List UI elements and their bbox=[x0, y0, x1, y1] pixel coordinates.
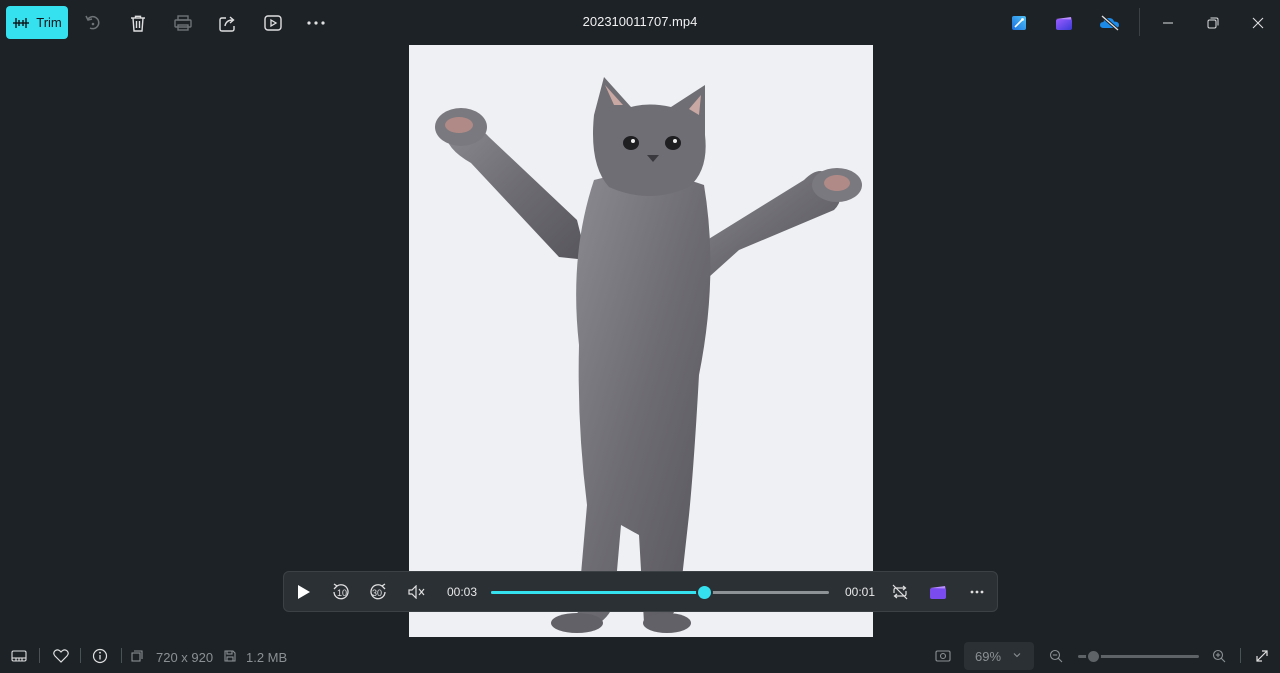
skip-forward-icon: 30 bbox=[368, 582, 388, 602]
onedrive-button[interactable] bbox=[1095, 8, 1125, 38]
expand-icon bbox=[1255, 649, 1269, 663]
restore-icon bbox=[1207, 17, 1219, 29]
skip-back-label: 10 bbox=[337, 588, 348, 598]
skip-back-icon: 10 bbox=[331, 582, 351, 602]
filmstrip-button[interactable] bbox=[7, 644, 31, 668]
designer-button[interactable] bbox=[1004, 8, 1034, 38]
loop-off-icon bbox=[891, 584, 909, 600]
rotate-icon bbox=[84, 14, 102, 32]
slideshow-button[interactable] bbox=[258, 8, 288, 38]
minimize-button[interactable] bbox=[1153, 8, 1183, 38]
zoom-in-button[interactable] bbox=[1207, 644, 1231, 668]
more-options-button[interactable] bbox=[301, 8, 331, 38]
seek-thumb[interactable] bbox=[697, 586, 711, 599]
cat-video-image bbox=[409, 45, 873, 637]
file-size: 1.2 MB bbox=[246, 650, 288, 665]
player-more-button[interactable] bbox=[963, 578, 991, 606]
actual-size-button[interactable] bbox=[931, 644, 955, 668]
close-button[interactable] bbox=[1243, 8, 1273, 38]
mute-button[interactable] bbox=[403, 578, 431, 606]
status-bar: 720 x 920 1.2 MB 69% bbox=[0, 638, 1280, 673]
zoom-in-icon bbox=[1212, 649, 1226, 663]
speaker-muted-icon bbox=[408, 585, 426, 599]
print-button[interactable] bbox=[168, 8, 198, 38]
file-info-button[interactable] bbox=[88, 644, 112, 668]
dimensions-icon bbox=[129, 644, 145, 668]
skip-forward-label: 30 bbox=[372, 588, 383, 598]
seek-bar[interactable] bbox=[491, 586, 829, 599]
zoom-out-icon bbox=[1049, 649, 1063, 663]
slideshow-icon bbox=[264, 15, 282, 31]
skip-forward-button[interactable]: 30 bbox=[364, 578, 392, 606]
minimize-icon bbox=[1162, 22, 1174, 24]
save-disk-icon bbox=[222, 644, 238, 668]
status-divider bbox=[39, 648, 40, 663]
seek-progress bbox=[491, 591, 704, 594]
delete-button[interactable] bbox=[123, 8, 153, 38]
zoom-out-button[interactable] bbox=[1044, 644, 1068, 668]
delete-icon bbox=[130, 15, 146, 32]
video-frame[interactable] bbox=[409, 45, 873, 637]
clipchamp-edit-button[interactable] bbox=[924, 578, 952, 606]
close-icon bbox=[1252, 17, 1264, 29]
rotate-button[interactable] bbox=[78, 8, 108, 38]
media-controls: 10 30 00:03 00:01 bbox=[283, 571, 998, 612]
chevron-down-icon bbox=[1012, 650, 1022, 660]
zoom-dropdown[interactable]: 69% bbox=[964, 642, 1034, 670]
more-icon bbox=[307, 21, 325, 25]
share-button[interactable] bbox=[213, 8, 243, 38]
file-title: 202310011707.mp4 bbox=[582, 14, 698, 29]
clipchamp-icon bbox=[929, 585, 947, 600]
trim-icon bbox=[12, 16, 30, 30]
title-bar: Trim 202310011707.mp4 bbox=[0, 0, 1280, 45]
heart-icon bbox=[53, 649, 69, 663]
titlebar-divider bbox=[1139, 8, 1140, 36]
actual-size-icon bbox=[935, 649, 951, 663]
favorite-button[interactable] bbox=[49, 644, 73, 668]
onedrive-offline-icon bbox=[1099, 15, 1121, 31]
zoom-slider-thumb[interactable] bbox=[1085, 649, 1101, 664]
clipchamp-icon bbox=[1055, 16, 1073, 31]
clipchamp-button[interactable] bbox=[1049, 8, 1079, 38]
trim-label: Trim bbox=[36, 15, 62, 30]
zoom-slider[interactable] bbox=[1078, 649, 1199, 664]
play-button[interactable] bbox=[290, 578, 318, 606]
share-icon bbox=[219, 15, 237, 32]
fullscreen-button[interactable] bbox=[1250, 644, 1274, 668]
info-icon bbox=[92, 648, 108, 664]
more-icon bbox=[970, 590, 984, 594]
skip-back-button[interactable]: 10 bbox=[327, 578, 355, 606]
status-divider bbox=[80, 648, 81, 663]
loop-button[interactable] bbox=[886, 578, 914, 606]
print-icon bbox=[174, 15, 192, 31]
remaining-time: 00:01 bbox=[845, 585, 876, 599]
status-divider bbox=[121, 648, 122, 663]
filmstrip-icon bbox=[11, 650, 27, 662]
current-time: 00:03 bbox=[447, 585, 478, 599]
restore-button[interactable] bbox=[1198, 8, 1228, 38]
trim-button[interactable]: Trim bbox=[6, 6, 68, 39]
status-divider bbox=[1240, 648, 1241, 663]
image-dimensions: 720 x 920 bbox=[156, 650, 214, 665]
play-icon bbox=[297, 584, 311, 600]
zoom-value: 69% bbox=[975, 649, 1002, 664]
designer-icon bbox=[1011, 15, 1027, 31]
